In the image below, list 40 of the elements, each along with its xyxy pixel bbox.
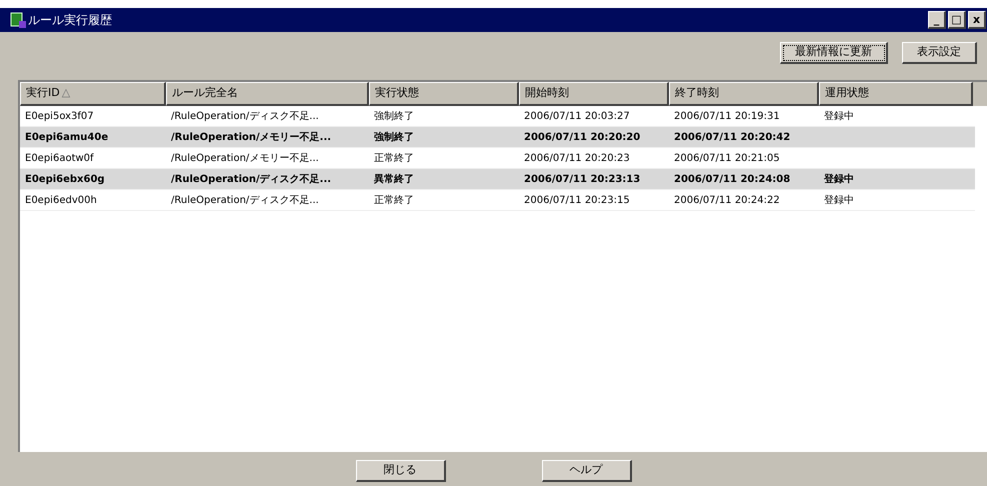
table-cell: 正常終了 xyxy=(374,152,414,164)
refresh-button[interactable]: 最新情報に更新 xyxy=(780,42,888,64)
table-cell: 2006/07/11 20:21:05 xyxy=(674,152,780,164)
sort-indicator: △ xyxy=(62,85,70,102)
window-title: ルール実行履歴 xyxy=(28,12,112,29)
table-cell: /RuleOperation/ディスク不足... xyxy=(171,110,319,122)
table-cell: 2006/07/11 20:20:20 xyxy=(524,132,640,143)
table-cell: 2006/07/11 20:19:31 xyxy=(674,110,780,122)
help-button[interactable]: ヘルプ xyxy=(542,460,632,482)
table-cell: /RuleOperation/ディスク不足... xyxy=(171,194,319,206)
table-cell: E0epi6amu40e xyxy=(25,132,108,143)
table-cell: 2006/07/11 20:20:23 xyxy=(524,152,630,164)
table-cell: /RuleOperation/メモリー不足... xyxy=(171,132,332,143)
table-cell: 正常終了 xyxy=(374,194,414,206)
table-cell: 2006/07/11 20:24:08 xyxy=(674,174,790,185)
table-cell: 登録中 xyxy=(824,194,854,206)
table-cell: 2006/07/11 20:24:22 xyxy=(674,194,780,206)
table-cell: 登録中 xyxy=(824,174,854,185)
table-cell: 2006/07/11 20:20:42 xyxy=(674,132,790,143)
table-cell: E0epi6edv00h xyxy=(25,194,97,206)
table-cell: 2006/07/11 20:23:15 xyxy=(524,194,630,206)
maximize-button[interactable]: □ xyxy=(948,11,966,29)
table-cell: E0epi6ebx60g xyxy=(25,174,105,185)
table-cell: 強制終了 xyxy=(374,110,414,122)
table-cell: /RuleOperation/メモリー不足... xyxy=(171,152,319,164)
table-cell: 登録中 xyxy=(824,110,854,122)
minimize-button[interactable]: _ xyxy=(928,11,946,29)
table-row[interactable]: E0epi6ebx60g /RuleOperation/ディスク不足... 異常終了 2006/07/11 20:23:13 2006/07/11 20:24:08 登録中 xyxy=(20,169,975,190)
table-row[interactable]: E0epi6amu40e /RuleOperation/メモリー不足... 強制終了 2006/07/11 20:20:20 2006/07/11 20:20:42 xyxy=(20,127,975,148)
table-cell: 2006/07/11 20:23:13 xyxy=(524,174,640,185)
close-button[interactable]: x xyxy=(968,11,986,29)
app-icon xyxy=(10,12,26,28)
table-cell: E0epi5ox3f07 xyxy=(25,110,94,122)
display-settings-button[interactable]: 表示設定 xyxy=(902,42,977,64)
table-cell: 2006/07/11 20:03:27 xyxy=(524,110,630,122)
table-cell: 強制終了 xyxy=(374,132,414,143)
table-cell: /RuleOperation/ディスク不足... xyxy=(171,174,332,185)
close-dialog-button[interactable]: 閉じる xyxy=(356,460,446,482)
table-cell: E0epi6aotw0f xyxy=(25,152,94,164)
table-cell: 異常終了 xyxy=(374,174,414,185)
